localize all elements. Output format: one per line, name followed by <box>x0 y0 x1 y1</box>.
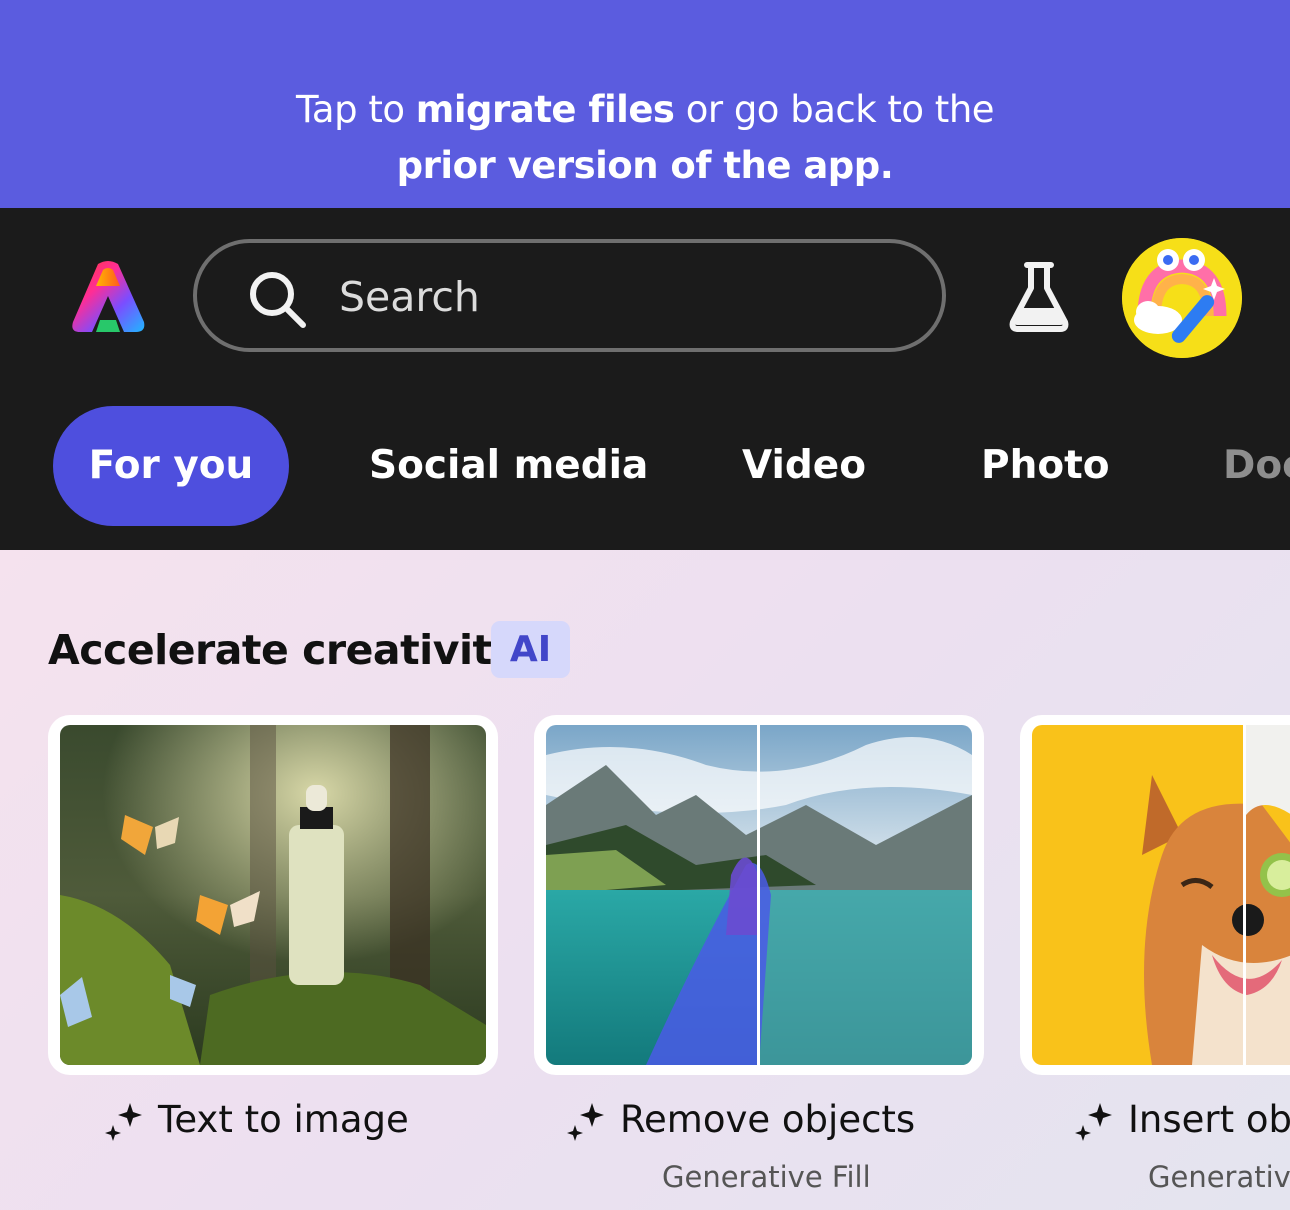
tab-social-media[interactable]: Social media <box>369 406 648 526</box>
for-you-feed: Accelerate creativity AI Text to image R… <box>0 550 1290 1210</box>
card-title-text-to-image[interactable]: Text to image <box>104 1098 409 1143</box>
sparkle-icon <box>1075 1102 1112 1141</box>
sparkle-icon <box>105 1102 142 1141</box>
card-subtitle-insert-objects: Generative <box>1148 1160 1290 1194</box>
ai-badge: AI <box>491 621 570 678</box>
banner-line-2: prior version of the app. <box>396 144 894 187</box>
banner-line-1: Tap to migrate files or go back to the <box>295 88 995 131</box>
search-icon <box>250 272 306 328</box>
card-image-dog <box>1032 725 1290 1065</box>
card-title-remove-objects[interactable]: Remove objects <box>566 1098 915 1143</box>
card-image-lake <box>546 725 972 1065</box>
card-remove-objects[interactable] <box>534 715 984 1075</box>
flask-icon[interactable] <box>1008 262 1070 332</box>
section-title: Accelerate creativity <box>48 626 518 674</box>
category-tabs: For you Social media Video Photo Doc <box>0 406 1290 526</box>
adobe-express-logo-icon[interactable] <box>70 260 146 334</box>
tab-doc[interactable]: Doc <box>1223 406 1290 526</box>
search-input[interactable]: Search <box>193 239 946 352</box>
tab-photo[interactable]: Photo <box>981 406 1110 526</box>
search-placeholder: Search <box>339 273 480 321</box>
tab-video[interactable]: Video <box>742 406 866 526</box>
card-subtitle-remove-objects: Generative Fill <box>662 1160 871 1194</box>
app-header: Search For you Social media Video Photo … <box>0 208 1290 550</box>
card-title-insert-objects[interactable]: Insert obj <box>1074 1098 1290 1143</box>
migration-banner[interactable]: Tap to migrate files or go back to the p… <box>0 0 1290 208</box>
sparkle-icon <box>567 1102 604 1141</box>
avatar[interactable] <box>1122 238 1242 358</box>
card-text-to-image[interactable] <box>48 715 498 1075</box>
card-insert-objects[interactable] <box>1020 715 1290 1075</box>
card-image-forest <box>60 725 486 1065</box>
tab-for-you[interactable]: For you <box>53 406 289 526</box>
